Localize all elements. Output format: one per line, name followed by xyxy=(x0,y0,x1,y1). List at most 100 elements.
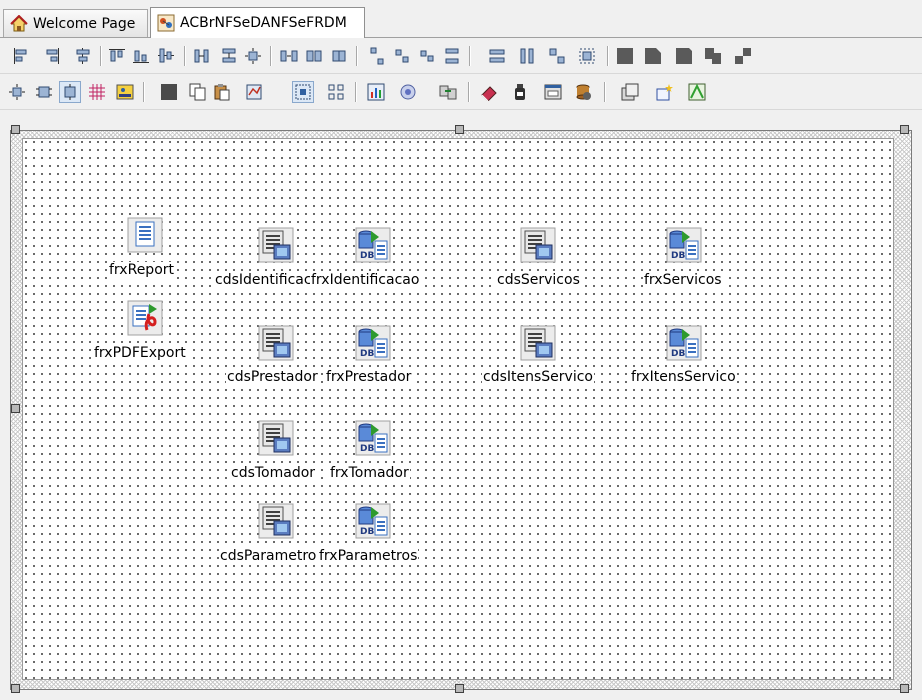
pdf-export-icon xyxy=(127,300,163,336)
client-dataset-icon xyxy=(258,420,294,456)
resize-handle-bottom-left[interactable] xyxy=(11,684,20,693)
component-label: cdsIdentificac xyxy=(214,272,313,289)
flip-icon[interactable] xyxy=(734,47,752,65)
eraser-icon[interactable] xyxy=(480,83,498,101)
new-item-icon[interactable] xyxy=(655,83,673,101)
tab-label: Welcome Page xyxy=(33,15,136,32)
lock-controls-icon xyxy=(64,84,76,100)
resize-handle-bottom-middle[interactable] xyxy=(455,684,464,693)
space-equally-vertical-icon[interactable] xyxy=(220,47,238,65)
client-dataset-icon xyxy=(258,503,294,539)
cds-identificac-component[interactable] xyxy=(258,227,294,263)
grid-align-icon[interactable] xyxy=(8,83,26,101)
space-equally-horizontal-icon[interactable] xyxy=(193,47,211,65)
make-same-size-icon[interactable] xyxy=(548,47,566,65)
component-label: cdsServicos xyxy=(496,272,581,289)
client-dataset-icon xyxy=(258,325,294,361)
db-dataset-icon: DB xyxy=(355,503,391,539)
center-in-window-icon[interactable] xyxy=(244,47,262,65)
component-label: frxIdentificacao xyxy=(310,272,421,289)
component-label: frxServicos xyxy=(643,272,723,289)
frx-itens-servico-component[interactable]: DB xyxy=(666,325,702,361)
increase-vertical-space-icon[interactable] xyxy=(368,47,386,65)
increase-horizontal-space-icon[interactable] xyxy=(280,47,298,65)
wizard-icon[interactable] xyxy=(399,83,417,101)
component-label: cdsItensServico xyxy=(482,369,594,386)
db-dataset-icon: DB xyxy=(666,325,702,361)
lock-controls-button[interactable] xyxy=(59,81,81,103)
report-properties-icon[interactable] xyxy=(544,83,562,101)
make-same-width-icon[interactable] xyxy=(488,47,506,65)
tab-order-icon[interactable] xyxy=(327,83,345,101)
align-left-icon[interactable] xyxy=(12,47,30,65)
show-grid-icon[interactable] xyxy=(88,83,106,101)
frx-prestador-component[interactable]: DB xyxy=(355,325,391,361)
align-vertical-center-icon[interactable] xyxy=(157,47,175,65)
copy-icon[interactable] xyxy=(189,83,207,101)
paste-icon[interactable] xyxy=(213,83,231,101)
tab-welcome-page[interactable]: Welcome Page xyxy=(3,9,148,37)
client-dataset-icon xyxy=(520,227,556,263)
bring-to-front-icon[interactable] xyxy=(675,47,693,65)
frx-report-component[interactable] xyxy=(127,217,163,253)
send-to-back-icon[interactable] xyxy=(704,47,722,65)
cds-prestador-component[interactable] xyxy=(258,325,294,361)
fill-color-icon[interactable] xyxy=(160,83,178,101)
frx-tomador-component[interactable]: DB xyxy=(355,420,391,456)
bring-forward-icon[interactable] xyxy=(616,47,634,65)
decrease-vertical-space-icon[interactable] xyxy=(393,47,411,65)
cds-parametro-component[interactable] xyxy=(258,503,294,539)
frx-parametros-component[interactable]: DB xyxy=(355,503,391,539)
resize-handle-top-left[interactable] xyxy=(11,125,20,134)
tab-label: ACBrNFSeDANFSeFRDM xyxy=(180,15,347,31)
tab-acbrnfsedanfsefrdm[interactable]: ACBrNFSeDANFSeFRDM xyxy=(150,7,365,38)
alignment-toolbar xyxy=(0,38,922,74)
image-component-icon[interactable] xyxy=(116,83,134,101)
frx-identificacao-component[interactable]: DB xyxy=(355,227,391,263)
resize-handle-middle-left[interactable] xyxy=(11,404,20,413)
db-dataset-icon: DB xyxy=(666,227,702,263)
object-repository-icon[interactable] xyxy=(688,83,706,101)
make-same-height-icon[interactable] xyxy=(518,47,536,65)
designer-toolbar xyxy=(0,74,922,110)
size-to-grid-icon[interactable] xyxy=(578,47,596,65)
svg-text:DB: DB xyxy=(360,251,374,261)
cds-servicos-component[interactable] xyxy=(520,227,556,263)
db-dataset-icon: DB xyxy=(355,420,391,456)
align-bottom-icon[interactable] xyxy=(132,47,150,65)
cds-itens-servico-component[interactable] xyxy=(520,325,556,361)
frx-pdf-export-component[interactable] xyxy=(127,300,163,336)
db-dataset-icon: DB xyxy=(355,227,391,263)
equalize-vertical-space-icon[interactable] xyxy=(443,47,461,65)
resize-handle-bottom-right[interactable] xyxy=(900,684,909,693)
db-dataset-icon: DB xyxy=(355,325,391,361)
database-settings-icon[interactable] xyxy=(574,83,592,101)
bottle-icon[interactable] xyxy=(511,83,529,101)
svg-text:DB: DB xyxy=(360,527,374,537)
remove-vertical-space-icon[interactable] xyxy=(418,47,436,65)
send-backward-icon[interactable] xyxy=(644,47,662,65)
cds-tomador-component[interactable] xyxy=(258,420,294,456)
frx-servicos-component[interactable]: DB xyxy=(666,227,702,263)
data-transfer-icon[interactable] xyxy=(439,83,457,101)
component-label: frxPDFExport xyxy=(93,345,187,362)
select-all-button[interactable] xyxy=(292,81,314,103)
remove-horizontal-space-icon[interactable] xyxy=(330,47,348,65)
align-right-icon[interactable] xyxy=(43,47,61,65)
report-icon xyxy=(127,217,163,253)
create-order-icon[interactable] xyxy=(245,83,263,101)
align-horizontal-center-icon[interactable] xyxy=(74,47,92,65)
select-all-icon xyxy=(295,84,311,100)
component-label: frxItensServico xyxy=(630,369,737,386)
resize-handle-top-right[interactable] xyxy=(900,125,909,134)
decrease-horizontal-space-icon[interactable] xyxy=(305,47,323,65)
client-dataset-icon xyxy=(520,325,556,361)
forms-icon[interactable] xyxy=(621,83,639,101)
chart-icon[interactable] xyxy=(367,83,385,101)
home-icon xyxy=(10,14,28,31)
component-label: cdsTomador xyxy=(230,465,317,482)
align-top-icon[interactable] xyxy=(108,47,126,65)
snap-to-grid-icon[interactable] xyxy=(35,83,53,101)
svg-text:DB: DB xyxy=(360,444,374,454)
resize-handle-top-middle[interactable] xyxy=(455,125,464,134)
